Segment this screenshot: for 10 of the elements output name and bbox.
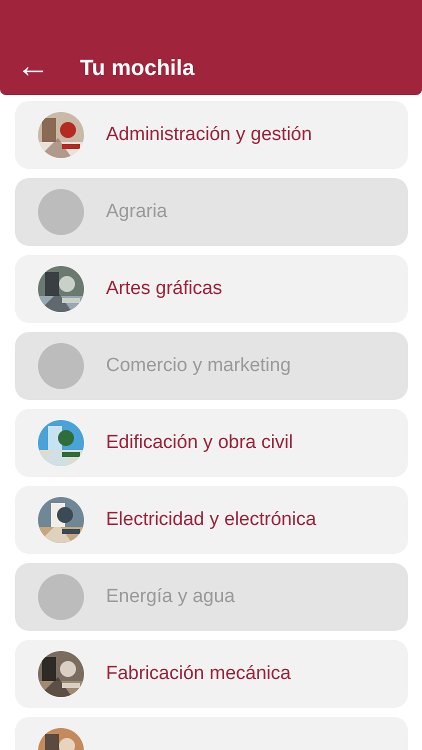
page-title: Tu mochila [80, 54, 194, 82]
placeholder-circle [38, 574, 84, 620]
category-item[interactable]: Artes gráficas [15, 255, 408, 323]
back-button[interactable]: ← [16, 48, 50, 86]
placeholder-circle [38, 189, 84, 235]
category-item[interactable]: Administración y gestión [15, 101, 408, 169]
category-item[interactable]: Electricidad y electrónica [15, 486, 408, 554]
category-item[interactable]: Fabricación mecánica [15, 640, 408, 708]
placeholder-circle [38, 343, 84, 389]
category-item[interactable]: Edificación y obra civil [15, 409, 408, 477]
